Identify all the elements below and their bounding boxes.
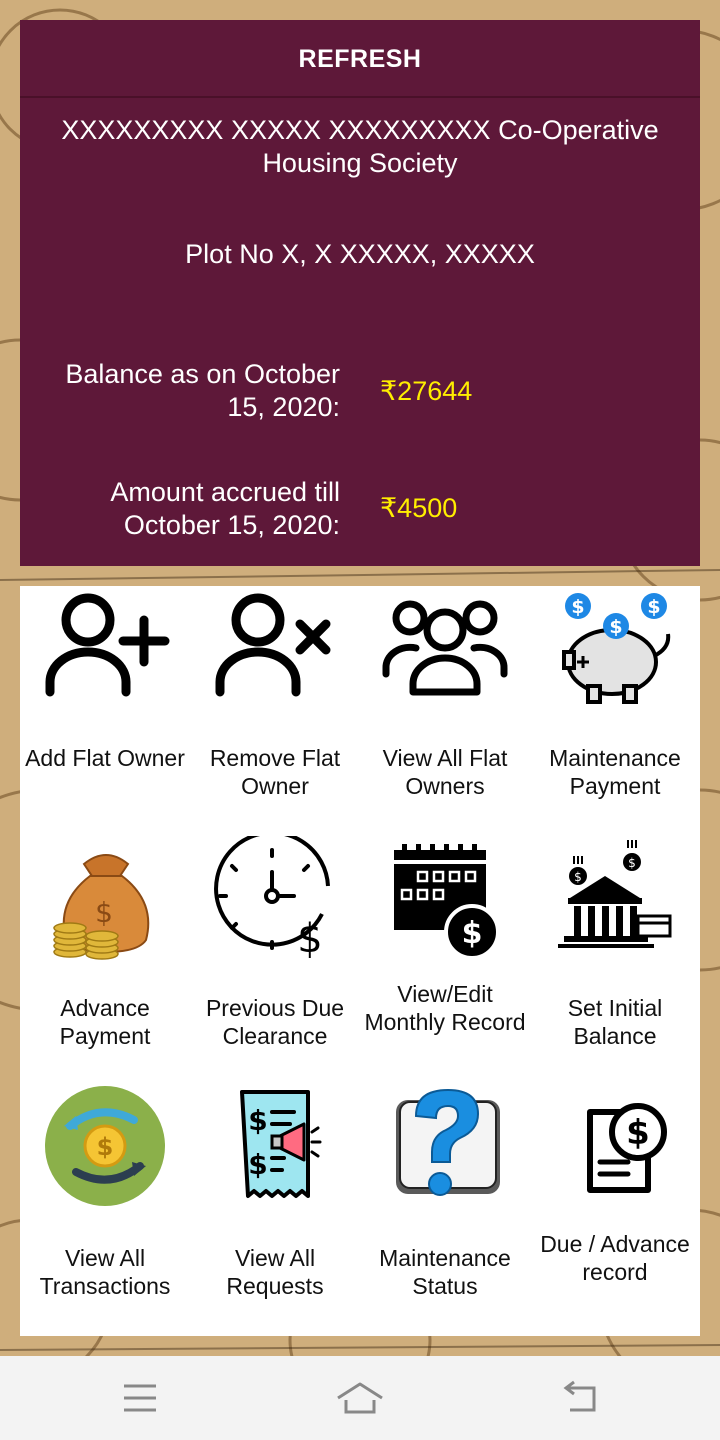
money-bag-icon: $ (53, 854, 150, 960)
svg-text:$: $ (609, 616, 622, 638)
home-icon[interactable] (336, 1378, 384, 1418)
view-all-requests-button[interactable]: $ $ View All Requests (190, 1086, 360, 1336)
advance-payment-button[interactable]: $ Advance Payment (20, 836, 190, 1086)
menu-label: View All Transactions (39, 1245, 171, 1299)
menu-label: Remove Flat Owner (209, 745, 341, 799)
menu-label: View All Flat Owners (382, 745, 508, 799)
menu-icon[interactable] (120, 1378, 160, 1418)
remove-user-icon (215, 593, 331, 697)
svg-text:$: $ (628, 856, 636, 870)
view-edit-monthly-record-button[interactable]: $ View/Edit Monthly Record (360, 836, 530, 1086)
svg-text:$: $ (248, 1148, 267, 1181)
remove-flat-owner-button[interactable]: Remove Flat Owner (190, 586, 360, 836)
coin-transfer-icon: $ (45, 1086, 165, 1206)
accrued-value: ₹4500 (380, 493, 458, 523)
menu-label: Maintenance Payment (549, 745, 681, 799)
society-address: Plot No X, X XXXXX, XXXXX (185, 239, 535, 269)
svg-text:$: $ (647, 596, 660, 618)
summary-panel: REFRESH XXXXXXXXX XXXXX XXXXXXXXX Co-Ope… (20, 20, 700, 566)
back-icon[interactable] (560, 1378, 600, 1418)
add-user-icon (45, 593, 170, 697)
menu-label: Due / Advance record (540, 1231, 690, 1285)
menu-grid: Add Flat Owner Remove Flat Owner View Al… (20, 586, 700, 1336)
svg-text:$: $ (95, 896, 113, 929)
maintenance-payment-button[interactable]: $ $ $ Maintenance Payment (530, 586, 700, 836)
svg-text:$: $ (297, 916, 322, 962)
dollar-document-icon: $ (587, 1103, 667, 1193)
menu-label: View All Requests (226, 1245, 324, 1299)
menu-label: View/Edit Monthly Record (364, 981, 526, 1035)
accrued-label: Amount accrued till October 15, 2020: (110, 477, 340, 540)
menu-label: Advance Payment (59, 995, 151, 1049)
set-initial-balance-button[interactable]: $ $ Set Initial Balance (530, 836, 700, 1086)
add-flat-owner-button[interactable]: Add Flat Owner (20, 586, 190, 836)
svg-text:$: $ (574, 870, 582, 884)
balance-value: ₹27644 (380, 376, 473, 406)
piggy-bank-icon: $ $ $ (562, 593, 671, 704)
clock-dollar-icon: $ (214, 836, 330, 962)
system-navigation-bar (0, 1356, 720, 1440)
society-name: XXXXXXXXX XXXXX XXXXXXXXX Co-Operative H… (61, 115, 659, 178)
previous-due-clearance-button[interactable]: $ Previous Due Clearance (190, 836, 360, 1086)
maintenance-status-button[interactable]: Maintenance Status (360, 1086, 530, 1336)
receipt-megaphone-icon: $ $ (240, 1090, 322, 1198)
balance-label: Balance as on October 15, 2020: (65, 359, 340, 422)
due-advance-record-button[interactable]: $ Due / Advance record (530, 1086, 700, 1336)
svg-text:$: $ (248, 1104, 267, 1137)
svg-text:$: $ (97, 1133, 114, 1161)
svg-text:$: $ (571, 596, 584, 618)
menu-label: Previous Due Clearance (205, 995, 345, 1049)
menu-label: Add Flat Owner (25, 745, 185, 771)
svg-text:$: $ (462, 916, 483, 951)
menu-label: Maintenance Status (379, 1245, 511, 1299)
bank-icon: $ $ (558, 840, 672, 948)
menu-label: Set Initial Balance (567, 995, 663, 1049)
svg-text:$: $ (626, 1113, 650, 1153)
users-group-icon (382, 600, 508, 696)
refresh-button[interactable]: REFRESH (20, 20, 700, 98)
calendar-dollar-icon: $ (394, 844, 500, 960)
view-all-flat-owners-button[interactable]: View All Flat Owners (360, 586, 530, 836)
view-all-transactions-button[interactable]: $ View All Transactions (20, 1086, 190, 1336)
question-mark-icon (396, 1088, 500, 1196)
